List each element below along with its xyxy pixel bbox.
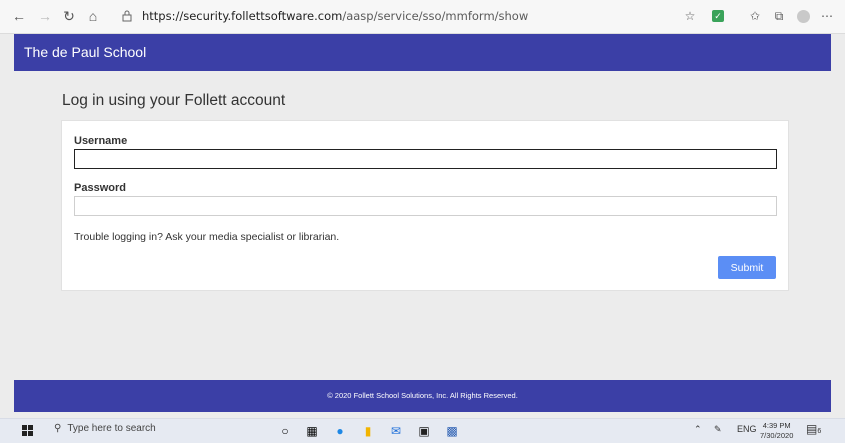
copyright-text: © 2020 Follett School Solutions, Inc. Al… [327,391,518,400]
taskbar: ⚲ Type here to search ○ ▦ ● ▮ ✉ ▣ ▩ ⌃ ✎ … [0,418,845,443]
login-card: Username Password Trouble logging in? As… [61,120,789,291]
clock-time: 4:39 PM [762,421,791,430]
page-title: Log in using your Follett account [62,92,286,109]
forward-icon[interactable]: → [36,7,54,25]
task-view-icon[interactable]: ▦ [304,423,320,439]
language-indicator[interactable]: ENG [737,424,757,434]
windows-start-icon[interactable] [22,425,33,436]
taskbar-search[interactable]: ⚲ Type here to search [54,423,156,434]
notification-count: 6 [817,428,822,435]
password-input[interactable] [74,196,777,216]
search-placeholder: Type here to search [67,423,156,434]
page-footer: © 2020 Follett School Solutions, Inc. Al… [14,380,831,412]
browser-toolbar: ← → ↻ ⌂ https://security.follettsoftware… [0,0,845,34]
address-bar[interactable]: https://security.follettsoftware.com/aas… [142,7,528,25]
lock-icon [118,7,136,25]
favorite-star-icon[interactable]: ☆ [681,7,699,25]
username-label: Username [74,135,128,147]
collections-icon[interactable]: ⧉ [770,7,788,25]
url-host: https://security.follettsoftware.com [142,9,343,23]
app-header: The de Paul School [14,34,831,71]
favorites-bar-icon[interactable]: ✩ [746,7,764,25]
clock-date: 7/30/2020 [760,431,794,440]
refresh-icon[interactable]: ↻ [60,7,78,25]
mail-icon[interactable]: ✉ [388,423,404,439]
cortana-icon[interactable]: ○ [277,423,293,439]
submit-button[interactable]: Submit [718,256,776,279]
password-label: Password [74,182,126,194]
file-explorer-icon[interactable]: ▮ [360,423,376,439]
store-icon[interactable]: ▣ [416,423,432,439]
pen-icon[interactable]: ✎ [714,424,722,435]
url-path: /aasp/service/sso/mmform/show [342,9,529,23]
back-icon[interactable]: ← [10,7,28,25]
username-input[interactable] [74,149,777,169]
notification-icon[interactable]: ▤6 [806,422,821,436]
chevron-up-icon[interactable]: ⌃ [694,424,702,435]
help-text: Trouble logging in? Ask your media speci… [74,231,340,243]
profile-icon[interactable] [794,7,812,25]
search-icon: ⚲ [54,423,62,434]
clock[interactable]: 4:39 PM 7/30/2020 [760,421,793,441]
school-name: The de Paul School [24,44,147,60]
word-icon[interactable]: ▩ [444,423,460,439]
more-icon[interactable]: ⋯ [818,7,836,25]
edge-icon[interactable]: ● [332,423,348,439]
home-icon[interactable]: ⌂ [84,7,102,25]
extension-icon[interactable]: ✓ [709,7,727,25]
